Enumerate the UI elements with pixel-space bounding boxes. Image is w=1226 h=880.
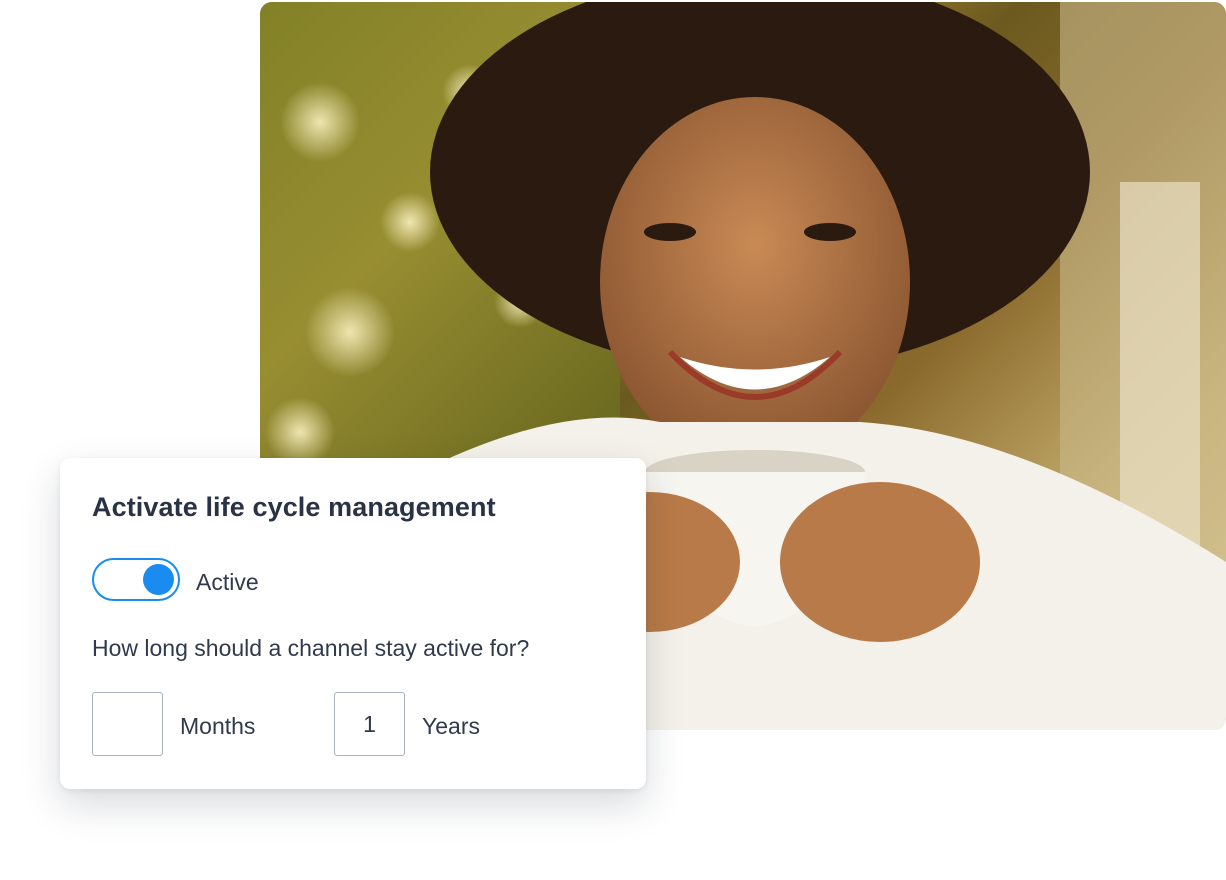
duration-question: How long should a channel stay active fo… (92, 635, 530, 661)
lifecycle-settings-card: Activate life cycle management Active Ho… (60, 458, 646, 789)
page: Activate life cycle management Active Ho… (0, 0, 1226, 880)
years-label: Years (422, 713, 480, 739)
active-toggle[interactable] (92, 558, 180, 601)
years-input[interactable] (334, 692, 405, 756)
card-title: Activate life cycle management (92, 492, 496, 522)
months-input[interactable] (92, 692, 163, 756)
toggle-label: Active (196, 569, 259, 595)
toggle-knob (143, 564, 174, 595)
months-label: Months (180, 713, 256, 739)
